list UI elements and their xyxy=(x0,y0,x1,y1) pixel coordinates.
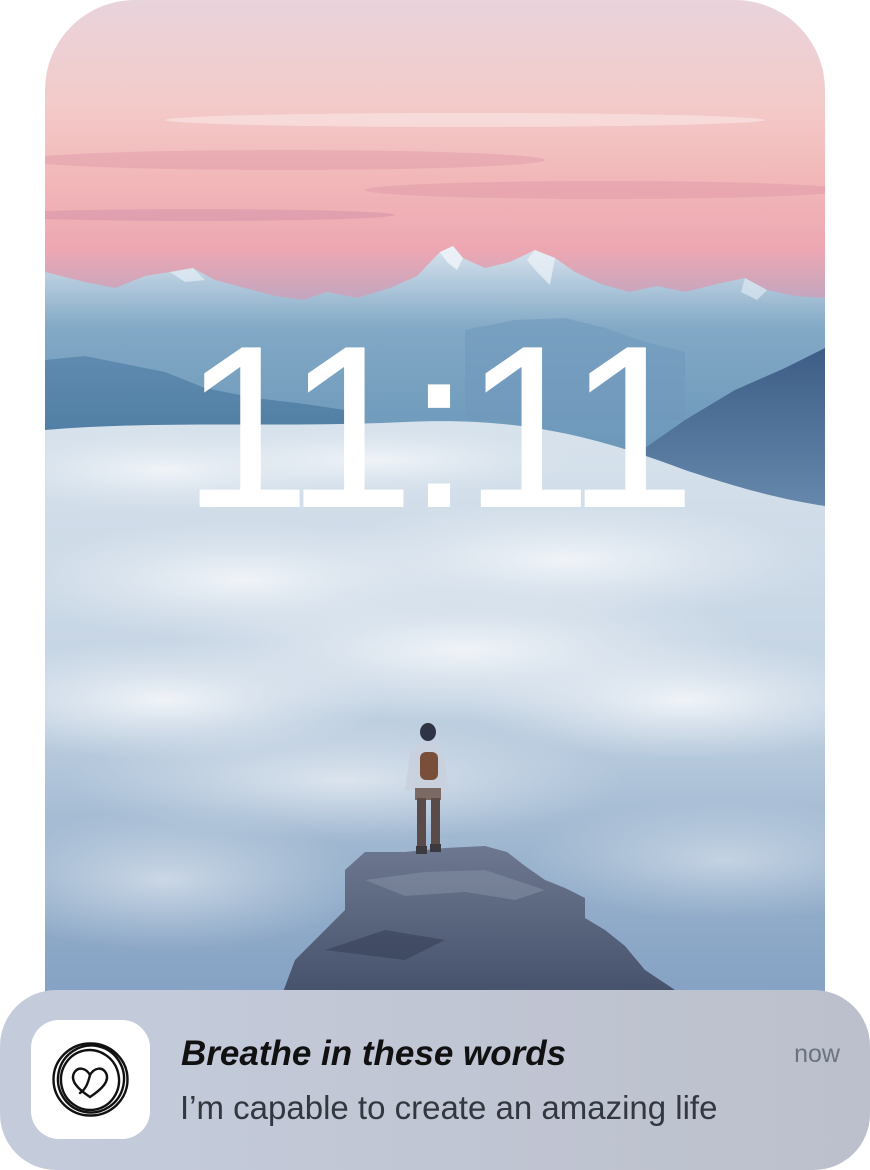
spiral-heart-icon xyxy=(52,1042,129,1117)
notification-body: I’m capable to create an amazing life xyxy=(180,1089,718,1126)
app-icon xyxy=(31,1020,150,1139)
lock-screen-clock: 11:11 xyxy=(181,298,696,557)
notification-timestamp: now xyxy=(794,1040,840,1068)
lock-screen: 11:11 Breathe in these words I’m capable… xyxy=(0,0,870,1170)
notification-title: Breathe in these words xyxy=(181,1034,567,1073)
notification-banner[interactable]: Breathe in these words I’m capable to cr… xyxy=(0,990,870,1170)
